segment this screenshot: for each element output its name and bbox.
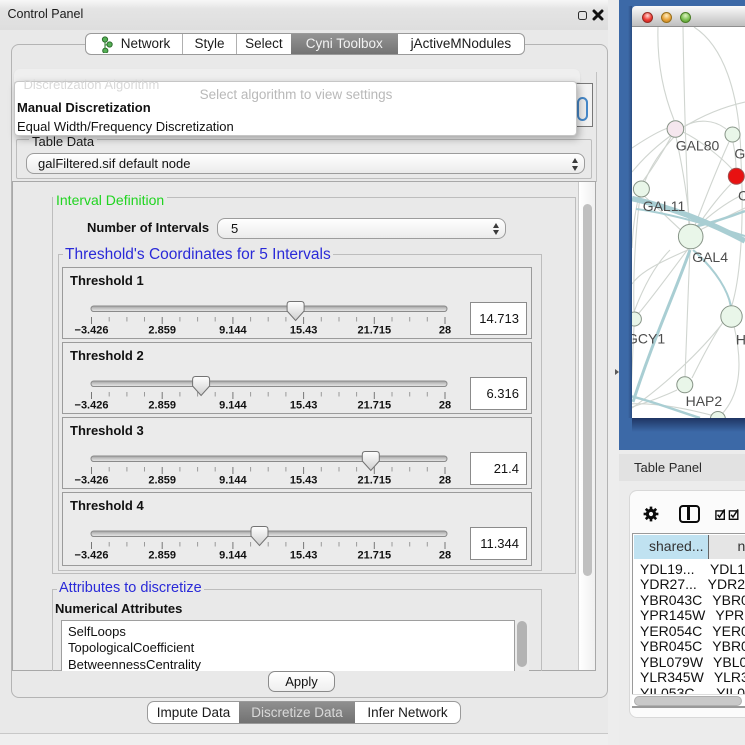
svg-text:9.144: 9.144 [219, 400, 247, 412]
svg-text:21.715: 21.715 [357, 325, 391, 337]
svg-text:28: 28 [439, 400, 451, 412]
svg-text:15.43: 15.43 [290, 475, 318, 487]
svg-text:21.715: 21.715 [357, 400, 391, 412]
svg-text:21.715: 21.715 [357, 550, 391, 562]
svg-text:15.43: 15.43 [290, 325, 318, 337]
svg-text:−3.426: −3.426 [75, 325, 109, 337]
svg-text:CY: CY [738, 188, 745, 204]
svg-text:−3.426: −3.426 [75, 550, 109, 562]
svg-text:15.43: 15.43 [290, 550, 318, 562]
svg-text:GAL4: GAL4 [692, 249, 728, 265]
svg-text:21.715: 21.715 [357, 475, 391, 487]
svg-text:9.144: 9.144 [219, 325, 247, 337]
svg-text:GAL11: GAL11 [643, 198, 686, 214]
svg-text:28: 28 [439, 550, 451, 562]
svg-text:2.859: 2.859 [148, 325, 176, 337]
svg-text:HAP2: HAP2 [686, 393, 723, 409]
svg-text:GCY1: GCY1 [632, 331, 665, 347]
svg-text:9.144: 9.144 [219, 550, 247, 562]
svg-text:28: 28 [439, 325, 451, 337]
svg-text:GA: GA [734, 146, 745, 162]
svg-text:9.144: 9.144 [219, 475, 247, 487]
svg-text:2.859: 2.859 [148, 550, 176, 562]
svg-text:−3.426: −3.426 [75, 400, 109, 412]
svg-text:GAL80: GAL80 [676, 138, 720, 154]
svg-text:−3.426: −3.426 [75, 475, 109, 487]
svg-text:2.859: 2.859 [148, 475, 176, 487]
svg-text:28: 28 [439, 475, 451, 487]
svg-text:15.43: 15.43 [290, 400, 318, 412]
svg-text:2.859: 2.859 [148, 400, 176, 412]
svg-text:H: H [736, 332, 745, 348]
